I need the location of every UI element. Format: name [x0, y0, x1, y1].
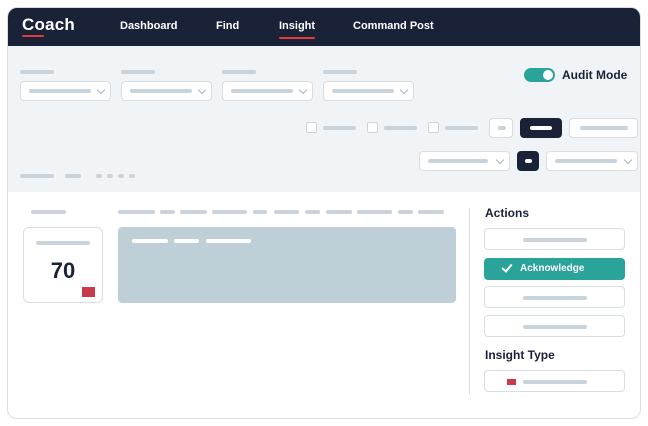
- score-value: 70: [50, 258, 76, 283]
- checkbox-label: [384, 126, 417, 130]
- nav-find[interactable]: Find: [216, 20, 239, 32]
- column-header: [274, 210, 299, 214]
- dropdown-value: [332, 89, 394, 93]
- results-text: [20, 174, 54, 178]
- audit-mode-toggle[interactable]: [524, 68, 555, 82]
- results-text: [65, 174, 81, 178]
- filter-dropdown-3[interactable]: [222, 81, 313, 101]
- small-button[interactable]: [489, 118, 513, 138]
- pagination-dot[interactable]: [129, 174, 135, 178]
- column-header: [305, 210, 320, 214]
- chevron-down-icon: [399, 85, 409, 95]
- button-label: [580, 126, 628, 130]
- column-header: [398, 210, 413, 214]
- dropdown-value: [29, 89, 91, 93]
- nav-dashboard[interactable]: Dashboard: [120, 20, 177, 32]
- app-window: Coach Dashboard Find Insight Command Pos…: [7, 7, 641, 419]
- top-nav: Coach Dashboard Find Insight Command Pos…: [8, 8, 640, 46]
- filter-dropdown-4[interactable]: [323, 81, 414, 101]
- checkbox-2[interactable]: [367, 122, 378, 133]
- column-header: [253, 210, 267, 214]
- filter-label: [121, 70, 155, 74]
- checkbox-1[interactable]: [306, 122, 317, 133]
- app-logo[interactable]: Coach: [22, 15, 75, 35]
- pagination-dot[interactable]: [118, 174, 124, 178]
- column-header: [212, 210, 247, 214]
- pagination-dot[interactable]: [96, 174, 102, 178]
- column-header: [418, 210, 444, 214]
- column-header: [180, 210, 207, 214]
- toggle-switch-icon: [543, 70, 553, 80]
- audit-mode-label: Audit Mode: [562, 68, 628, 82]
- insight-type-value: [523, 380, 587, 384]
- insight-text: [206, 239, 251, 243]
- checkbox-label: [323, 126, 356, 130]
- sort-dropdown[interactable]: [419, 151, 510, 171]
- wide-button[interactable]: [569, 118, 638, 138]
- dropdown-value: [428, 159, 488, 163]
- acknowledge-label: Acknowledge: [520, 263, 585, 274]
- chevron-down-icon: [623, 155, 633, 165]
- action-button-4[interactable]: [484, 315, 625, 337]
- button-label: [525, 159, 532, 163]
- score-label: [36, 241, 90, 245]
- actions-title: Actions: [485, 206, 530, 220]
- panel-divider: [469, 208, 470, 394]
- button-label: [530, 126, 552, 130]
- filter-dropdown-2[interactable]: [121, 81, 212, 101]
- check-icon: [501, 261, 513, 273]
- column-header: [357, 210, 392, 214]
- acknowledge-button[interactable]: Acknowledge: [484, 258, 625, 280]
- flag-icon: [507, 379, 516, 385]
- insight-text: [132, 239, 168, 243]
- toggle-view-button[interactable]: [517, 151, 539, 171]
- pagination-dot[interactable]: [107, 174, 113, 178]
- view-dropdown[interactable]: [546, 151, 638, 171]
- selected-button[interactable]: [520, 118, 562, 138]
- dropdown-value: [130, 89, 192, 93]
- score-card[interactable]: 70: [23, 227, 103, 303]
- checkbox-3[interactable]: [428, 122, 439, 133]
- nav-insight[interactable]: Insight: [279, 20, 316, 39]
- chevron-down-icon: [197, 85, 207, 95]
- button-label: [523, 325, 587, 329]
- insight-summary[interactable]: [118, 227, 456, 303]
- nav-command-post[interactable]: Command Post: [353, 20, 434, 32]
- column-header: [326, 210, 352, 214]
- filter-label: [222, 70, 256, 74]
- flag-icon: [82, 287, 95, 297]
- action-button-1[interactable]: [484, 228, 625, 250]
- button-label: [498, 126, 506, 130]
- dropdown-value: [231, 89, 293, 93]
- column-header: [160, 210, 175, 214]
- button-label: [523, 238, 587, 242]
- chevron-down-icon: [495, 155, 505, 165]
- logo-accent: [22, 35, 44, 37]
- filter-dropdown-1[interactable]: [20, 81, 111, 101]
- button-label: [523, 296, 587, 300]
- action-button-3[interactable]: [484, 286, 625, 308]
- insight-text: [174, 239, 199, 243]
- filter-label: [20, 70, 54, 74]
- insight-type-select[interactable]: [484, 370, 625, 392]
- checkbox-label: [445, 126, 478, 130]
- column-header: [118, 210, 155, 214]
- insight-type-title: Insight Type: [485, 348, 555, 362]
- filter-label: [323, 70, 357, 74]
- column-header: [31, 210, 66, 214]
- dropdown-value: [555, 159, 617, 163]
- chevron-down-icon: [96, 85, 106, 95]
- chevron-down-icon: [298, 85, 308, 95]
